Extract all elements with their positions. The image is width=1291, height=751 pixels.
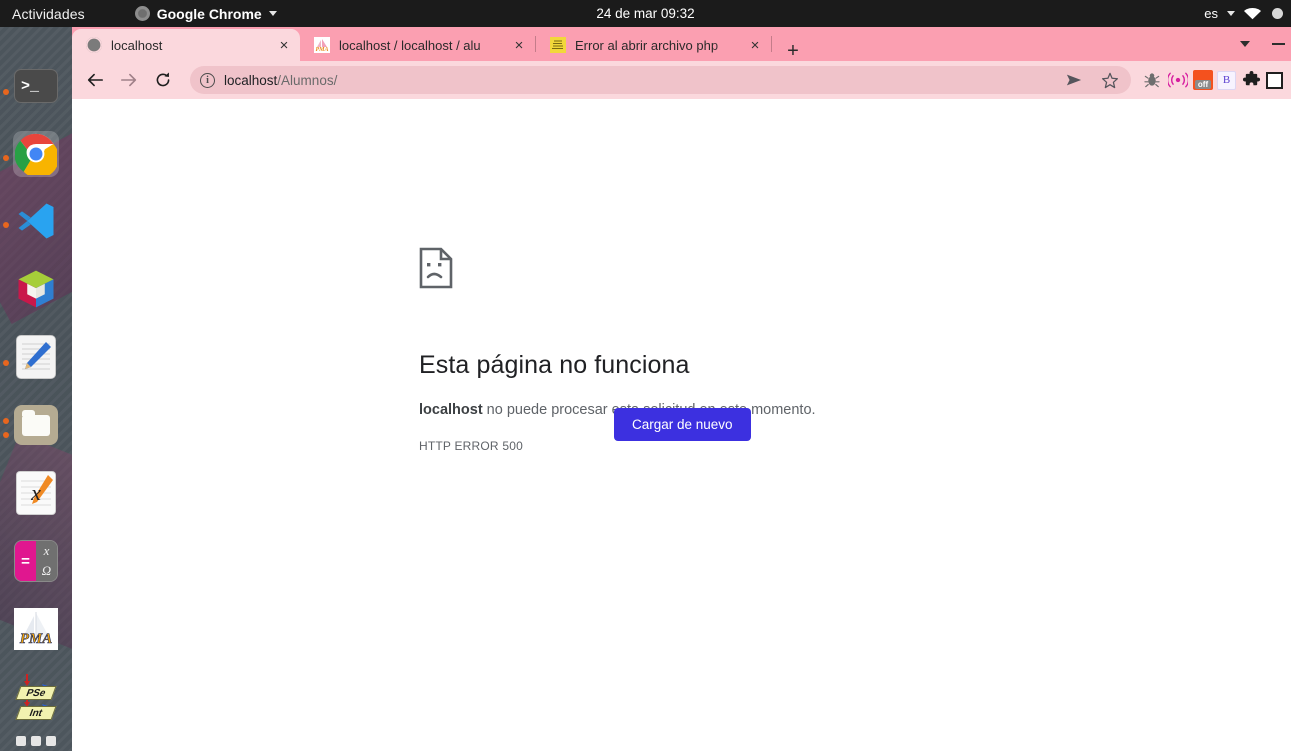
dock-item-files[interactable]	[13, 402, 59, 448]
chevron-down-icon	[1227, 11, 1235, 16]
text-editor-icon	[17, 336, 55, 378]
tab-error-archivo-php[interactable]: Error al abrir archivo php ×	[536, 29, 771, 61]
system-top-bar: Actividades Google Chrome 24 de mar 09:3…	[0, 0, 1291, 27]
tab-title: localhost / localhost / alu	[339, 37, 481, 53]
chrome-icon	[134, 6, 150, 21]
running-indicator	[3, 432, 9, 438]
dock-item-pseint[interactable]: PSe Int	[13, 672, 59, 720]
tab-close-icon[interactable]: ×	[511, 38, 527, 53]
sad-document-icon	[419, 247, 453, 293]
profile-icon[interactable]	[1266, 71, 1283, 89]
minimize-icon[interactable]	[1272, 43, 1285, 45]
vscode-icon	[18, 203, 54, 239]
app-grid-icon	[16, 736, 56, 751]
url-host: localhost	[224, 72, 278, 88]
url-path: /Alumnos/	[277, 72, 338, 88]
activities-button[interactable]: Actividades	[12, 6, 85, 22]
extensions-puzzle-icon[interactable]	[1240, 69, 1262, 91]
running-indicator	[3, 155, 9, 161]
extension-b-icon[interactable]: B	[1217, 70, 1236, 90]
tab-phpmyadmin[interactable]: PMA localhost / localhost / alu ×	[300, 29, 535, 61]
window-controls	[1240, 27, 1285, 61]
dock-item-show-apps[interactable]	[13, 733, 59, 751]
dock-item-google-chrome[interactable]	[13, 131, 59, 177]
tab-title: localhost	[111, 37, 163, 53]
tab-localhost[interactable]: localhost ×	[72, 29, 300, 61]
calc-x-glyph: x	[36, 541, 57, 561]
pma-label: PMA	[19, 631, 53, 648]
tab-strip: localhost × PMA localhost / localhost / …	[72, 27, 1291, 61]
info-circle-icon[interactable]: i	[200, 72, 215, 88]
tab-close-icon[interactable]: ×	[276, 38, 292, 53]
forward-button[interactable]	[114, 65, 144, 95]
calc-omega-glyph: Ω	[36, 561, 57, 581]
pse-label: PSe	[15, 686, 57, 700]
app-menu[interactable]: Google Chrome	[134, 5, 277, 22]
color-cube-icon	[18, 270, 54, 308]
browser-toolbar: i localhost/Alumnos/ off B	[72, 61, 1291, 99]
text-file-icon	[550, 37, 566, 53]
bug-icon[interactable]	[1141, 69, 1163, 91]
extension-off-icon[interactable]: off	[1193, 70, 1213, 90]
ubuntu-dock: >_ x x = Ω PMA PSe Int	[0, 27, 72, 751]
keyboard-language-label: es	[1204, 6, 1218, 21]
back-button[interactable]	[80, 65, 110, 95]
dock-item-text-editor[interactable]	[13, 334, 59, 380]
cast-icon[interactable]	[1167, 69, 1189, 91]
x-document-icon: x	[17, 472, 55, 514]
running-indicator	[3, 360, 9, 366]
new-tab-button[interactable]: +	[780, 41, 806, 61]
page-content: Esta página no funciona localhost no pue…	[72, 99, 1291, 751]
bookmark-star-icon[interactable]	[1099, 69, 1121, 91]
tab-search-chevron-down-icon[interactable]	[1240, 41, 1250, 47]
wifi-icon	[1244, 8, 1261, 20]
page-title: Esta página no funciona	[419, 351, 690, 379]
tab-title: Error al abrir archivo php	[575, 37, 719, 53]
reload-page-button[interactable]: Cargar de nuevo	[614, 408, 751, 441]
tab-close-icon[interactable]: ×	[747, 38, 763, 53]
phpmyadmin-icon: PMA	[314, 37, 330, 53]
dock-item-vs-code[interactable]	[13, 198, 59, 244]
phpmyadmin-icon: PMA	[14, 608, 58, 650]
extension-off-label: off	[1194, 80, 1212, 89]
dock-item-xournal[interactable]: x	[13, 470, 59, 516]
omnibox-actions	[1063, 69, 1121, 91]
app-menu-label: Google Chrome	[156, 5, 262, 22]
terminal-icon: >_	[14, 69, 58, 103]
running-indicator	[3, 89, 9, 95]
dock-item-calculator[interactable]: x = Ω	[13, 538, 59, 584]
calc-equals-glyph: =	[15, 541, 36, 581]
power-icon	[1272, 8, 1283, 19]
globe-icon	[86, 37, 102, 53]
tab-separator	[771, 36, 772, 52]
dock-item-cube-app[interactable]	[13, 266, 59, 312]
address-bar[interactable]: i localhost/Alumnos/	[190, 66, 1131, 94]
int-label: Int	[15, 706, 57, 720]
dock-item-terminal[interactable]: >_	[13, 63, 59, 109]
chevron-down-icon	[268, 11, 277, 16]
error-message-host: localhost	[419, 402, 483, 418]
share-icon[interactable]	[1063, 69, 1085, 91]
reload-button[interactable]	[148, 65, 178, 95]
x-glyph: x	[31, 480, 41, 505]
url-text: localhost/Alumnos/	[224, 73, 337, 88]
pseint-icon: PSe Int	[13, 673, 59, 720]
error-code: HTTP ERROR 500	[419, 439, 523, 453]
system-status-area[interactable]: es	[1204, 0, 1283, 27]
dock-item-phpmyadmin[interactable]: PMA	[13, 606, 59, 652]
running-indicator	[3, 222, 9, 228]
running-indicator	[3, 418, 9, 424]
calculator-icon: x = Ω	[14, 540, 58, 582]
folder-icon	[14, 405, 58, 445]
chrome-icon	[15, 133, 57, 175]
chrome-window: localhost × PMA localhost / localhost / …	[72, 27, 1291, 751]
